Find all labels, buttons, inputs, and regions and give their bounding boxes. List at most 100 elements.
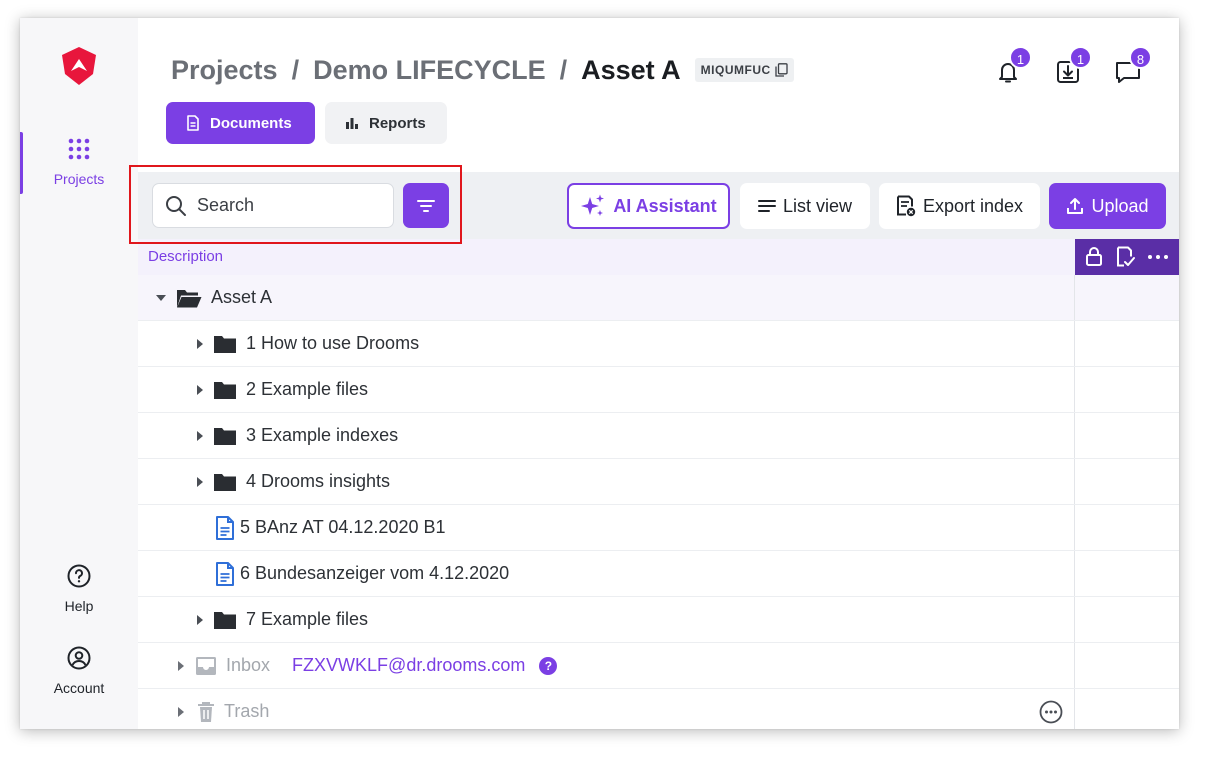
app-window: Projects Help Account Projects / Demo LI… bbox=[20, 18, 1179, 729]
sidebar-item-help[interactable]: Help bbox=[20, 564, 138, 624]
breadcrumb-project[interactable]: Demo LIFECYCLE bbox=[313, 55, 546, 86]
list-view-label: List view bbox=[782, 195, 853, 216]
notifications-button[interactable]: 1 bbox=[993, 46, 1032, 86]
messages-button[interactable]: 8 bbox=[1113, 46, 1152, 86]
inbox-email-link[interactable]: FZXVWKLF@dr.drooms.com bbox=[292, 655, 525, 676]
more-options-circle-icon[interactable] bbox=[1039, 700, 1063, 724]
tree-row-name: 4 Drooms insights bbox=[246, 471, 391, 491]
notifications-badge: 1 bbox=[1009, 46, 1032, 69]
inbox-tray-icon bbox=[196, 656, 216, 675]
tree-row-folder[interactable]: 2 Example files bbox=[138, 367, 1179, 413]
caret-right-icon[interactable] bbox=[176, 706, 186, 717]
search-input[interactable] bbox=[197, 195, 377, 216]
ai-assistant-label: AI Assistant bbox=[613, 195, 717, 216]
tree-row-name: 5 BAnz AT 04.12.2020 B1 bbox=[240, 517, 446, 537]
column-divider bbox=[1074, 275, 1075, 320]
caret-right-icon[interactable] bbox=[195, 476, 205, 487]
tree-row-folder[interactable]: 4 Drooms insights bbox=[138, 459, 1179, 505]
tree-row-name: 3 Example indexes bbox=[246, 425, 399, 445]
blue-document-icon bbox=[216, 561, 234, 586]
tree-row-folder[interactable]: 7 Example files bbox=[138, 597, 1179, 643]
grid-dots-icon bbox=[68, 138, 90, 160]
inbox-help-icon[interactable]: ? bbox=[539, 656, 558, 675]
tab-label: Documents bbox=[210, 114, 292, 132]
inbox-label: Inbox bbox=[226, 655, 271, 675]
export-index-button[interactable]: Export index bbox=[879, 183, 1040, 229]
lock-icon[interactable] bbox=[1085, 247, 1103, 267]
folder-icon bbox=[214, 335, 236, 353]
sidebar-item-projects[interactable]: Projects bbox=[20, 132, 138, 194]
page-title: Asset A bbox=[581, 54, 681, 85]
messages-badge: 8 bbox=[1129, 46, 1152, 69]
document-check-icon[interactable] bbox=[1115, 246, 1135, 268]
sidebar-item-label: Help bbox=[64, 598, 94, 614]
column-divider bbox=[1074, 643, 1075, 688]
breadcrumb: Projects / Demo LIFECYCLE / Asset A MIQU… bbox=[171, 52, 794, 88]
sparkle-icon bbox=[581, 194, 605, 216]
tree-row-document[interactable]: 6 Bundesanzeiger vom 4.12.2020 bbox=[138, 551, 1179, 597]
search-box[interactable] bbox=[152, 183, 394, 228]
breadcrumb-separator: / bbox=[291, 54, 300, 85]
sidebar-item-label: Projects bbox=[53, 171, 105, 187]
tree-row-folder[interactable]: 3 Example indexes bbox=[138, 413, 1179, 459]
tree-row-root[interactable]: Asset A bbox=[138, 275, 1179, 321]
blue-document-icon bbox=[216, 515, 234, 540]
tree-row-folder[interactable]: 1 How to use Drooms bbox=[138, 321, 1179, 367]
copy-icon[interactable] bbox=[775, 63, 788, 77]
caret-right-icon[interactable] bbox=[195, 338, 205, 349]
more-options-icon[interactable] bbox=[1147, 254, 1169, 260]
toolbar: AI Assistant List view Export index bbox=[138, 172, 1179, 239]
sidebar-item-account[interactable]: Account bbox=[20, 646, 138, 706]
document-tree: Asset A 1 How to use Drooms 2 Example fi… bbox=[138, 275, 1179, 729]
tab-reports[interactable]: Reports bbox=[325, 102, 447, 144]
folder-icon bbox=[214, 473, 236, 491]
column-header: Description bbox=[138, 239, 1179, 275]
upload-button[interactable]: Upload bbox=[1049, 183, 1166, 229]
upload-icon bbox=[1067, 198, 1084, 214]
export-index-label: Export index bbox=[922, 195, 1024, 216]
sidebar: Projects Help Account bbox=[20, 18, 138, 729]
folder-icon bbox=[214, 381, 236, 399]
caret-down-icon[interactable] bbox=[156, 293, 166, 303]
upload-label: Upload bbox=[1091, 195, 1149, 216]
breadcrumb-projects[interactable]: Projects bbox=[171, 55, 278, 86]
project-code-chip[interactable]: MIQUMFUC bbox=[694, 58, 794, 82]
sidebar-item-label: Account bbox=[53, 680, 105, 696]
project-code: MIQUMFUC bbox=[700, 63, 771, 77]
description-column-header[interactable]: Description bbox=[148, 248, 223, 265]
caret-right-icon[interactable] bbox=[195, 384, 205, 395]
tree-row-name: 6 Bundesanzeiger vom 4.12.2020 bbox=[240, 563, 510, 583]
tree-row-name: 7 Example files bbox=[246, 609, 369, 629]
tree-row-trash[interactable]: Trash bbox=[138, 689, 1179, 729]
column-divider bbox=[1074, 321, 1075, 366]
ai-assistant-button[interactable]: AI Assistant bbox=[567, 183, 730, 229]
tree-row-inbox[interactable]: Inbox FZXVWKLF@dr.drooms.com ? bbox=[138, 643, 1179, 689]
tree-row-document[interactable]: 5 BAnz AT 04.12.2020 B1 bbox=[138, 505, 1179, 551]
question-circle-icon bbox=[67, 564, 91, 588]
tab-documents[interactable]: Documents bbox=[166, 102, 315, 144]
filter-button[interactable] bbox=[403, 183, 449, 228]
column-divider bbox=[1074, 413, 1075, 458]
folder-icon bbox=[214, 611, 236, 629]
search-icon bbox=[166, 195, 186, 216]
folder-open-icon bbox=[177, 289, 202, 307]
downloads-button[interactable]: 1 bbox=[1053, 46, 1092, 86]
document-icon bbox=[187, 115, 199, 131]
column-divider bbox=[1074, 689, 1075, 729]
column-divider bbox=[1074, 597, 1075, 642]
tree-row-name: Asset A bbox=[211, 287, 273, 307]
trash-label: Trash bbox=[224, 701, 270, 721]
bar-chart-icon bbox=[346, 118, 358, 129]
caret-right-icon[interactable] bbox=[195, 430, 205, 441]
export-document-icon bbox=[896, 195, 916, 217]
column-divider bbox=[1074, 551, 1075, 596]
column-divider bbox=[1074, 367, 1075, 412]
caret-right-icon[interactable] bbox=[176, 660, 186, 671]
tree-row-name: 2 Example files bbox=[246, 379, 369, 399]
list-view-button[interactable]: List view bbox=[740, 183, 870, 229]
list-lines-icon bbox=[757, 200, 776, 212]
tab-label: Reports bbox=[369, 114, 426, 132]
column-divider bbox=[1074, 505, 1075, 550]
caret-right-icon[interactable] bbox=[195, 614, 205, 625]
drooms-logo-icon[interactable] bbox=[60, 46, 98, 86]
